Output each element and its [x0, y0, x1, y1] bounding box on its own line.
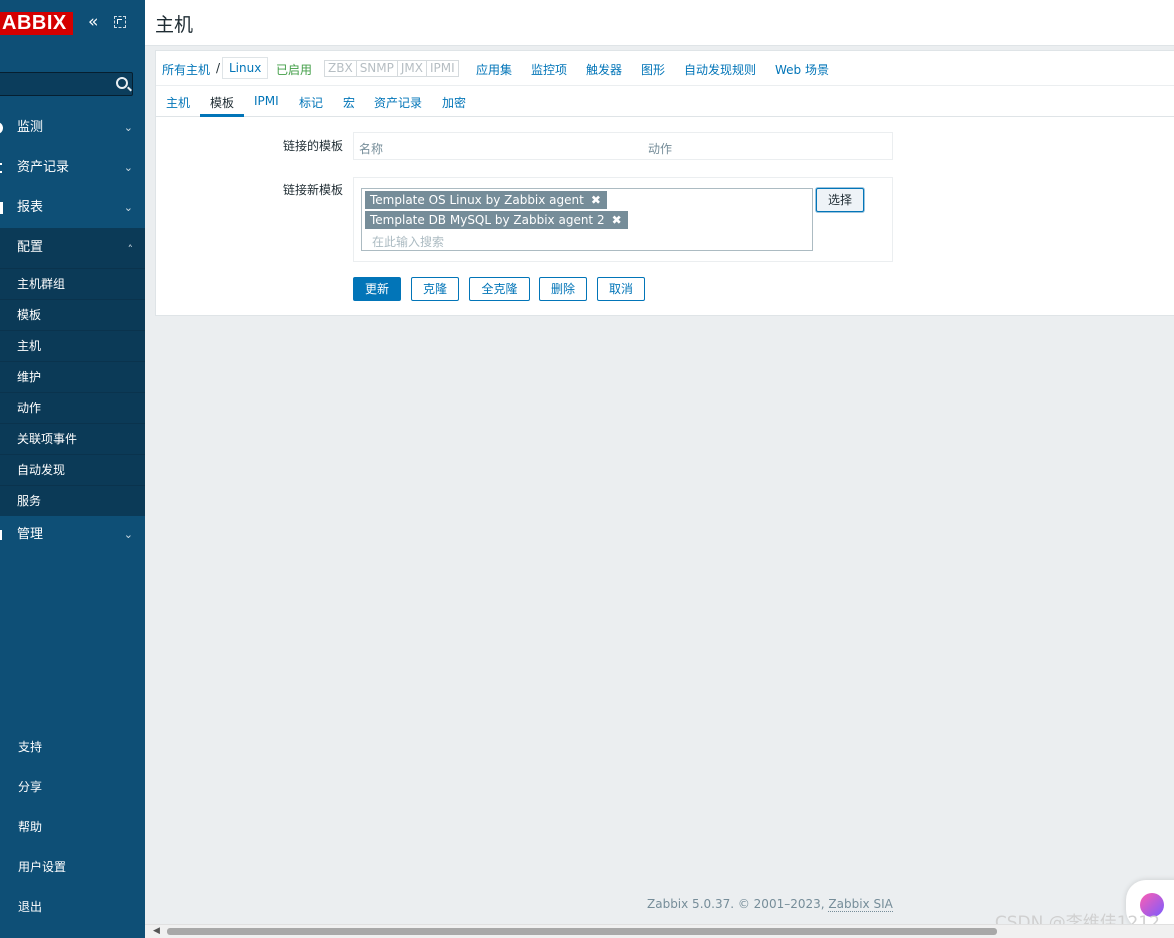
update-button[interactable]: 更新 — [353, 277, 401, 301]
chevron-up-icon: ˄ — [127, 243, 134, 256]
submenu-templates[interactable]: 模板 — [0, 299, 145, 330]
menu-configuration[interactable]: 配置 ˄ — [0, 228, 145, 268]
tab-templates[interactable]: 模板 — [210, 94, 234, 111]
sidebar-user-settings[interactable]: 用户设置 — [18, 858, 66, 875]
sidebar-sign-out[interactable]: 退出 — [18, 898, 42, 915]
menu-administration-label: 管理 — [17, 527, 44, 542]
host-navigation-bar: 所有主机 / Linux 已启用 ZBX SNMP JMX IPMI 应用集 监… — [156, 51, 1174, 86]
report-icon — [0, 202, 3, 214]
submenu-discovery[interactable]: 自动发现 — [0, 454, 145, 485]
discovery-rules-link[interactable]: 自动发现规则 — [684, 61, 756, 78]
zbx-indicator: ZBX — [328, 61, 353, 75]
sidebar-support[interactable]: 支持 — [18, 738, 42, 755]
horizontal-scrollbar[interactable]: ◀ — [145, 924, 1174, 938]
chevron-down-icon: ⌄ — [123, 528, 133, 541]
menu-configuration-label: 配置 — [17, 240, 44, 255]
scrollbar-thumb[interactable] — [167, 928, 997, 935]
page-title: 主机 — [155, 14, 194, 36]
template-chip: Template DB MySQL by Zabbix agent 2 ✖ — [365, 211, 628, 229]
footer-text: Zabbix 5.0.37. © 2001–2023, — [647, 897, 829, 911]
remove-chip-icon[interactable]: ✖ — [612, 213, 622, 227]
availability-indicators: ZBX SNMP JMX IPMI — [324, 60, 459, 77]
menu-monitoring-label: 监测 — [17, 120, 44, 135]
linked-templates-label: 链接的模板 — [283, 139, 344, 153]
ipmi-indicator: IPMI — [426, 61, 458, 76]
sidebar: ABBIX « 监测 ⌄ 资产记录 ⌄ 报表 ⌄ 配置 ˄ 主机群组 模板 主机… — [0, 0, 145, 938]
tab-host[interactable]: 主机 — [166, 94, 190, 111]
scroll-left-icon[interactable]: ◀ — [153, 926, 160, 936]
link-new-templates-label: 链接新模板 — [283, 183, 344, 197]
menu-monitoring[interactable]: 监测 ⌄ — [0, 108, 145, 148]
sidebar-search-input[interactable] — [0, 72, 133, 96]
remove-chip-icon[interactable]: ✖ — [591, 193, 601, 207]
submenu-event-correlation[interactable]: 关联项事件 — [0, 423, 145, 454]
tab-encryption[interactable]: 加密 — [442, 94, 466, 111]
jmx-indicator: JMX — [396, 61, 426, 76]
submenu-services[interactable]: 服务 — [0, 485, 145, 516]
submenu-maintenance[interactable]: 维护 — [0, 361, 145, 392]
submenu-host-groups[interactable]: 主机群组 — [0, 268, 145, 299]
tab-macros[interactable]: 宏 — [343, 94, 355, 111]
chevron-down-icon: ⌄ — [123, 201, 133, 214]
graphs-link[interactable]: 图形 — [641, 61, 665, 78]
all-hosts-link[interactable]: 所有主机 — [162, 61, 210, 78]
collapse-sidebar-icon[interactable]: « — [88, 12, 98, 32]
kiosk-mode-icon[interactable] — [114, 16, 126, 28]
applications-link[interactable]: 应用集 — [476, 61, 512, 78]
active-tab-indicator — [200, 114, 244, 117]
list-icon — [0, 163, 2, 173]
chevron-down-icon: ⌄ — [123, 121, 133, 134]
zabbix-logo[interactable]: ABBIX — [0, 12, 73, 35]
tab-tags[interactable]: 标记 — [299, 94, 323, 111]
submenu-hosts[interactable]: 主机 — [0, 330, 145, 361]
column-name: 名称 — [359, 142, 384, 156]
status-enabled[interactable]: 已启用 — [276, 61, 312, 78]
menu-reports-label: 报表 — [17, 200, 44, 215]
cancel-button[interactable]: 取消 — [597, 277, 645, 301]
chevron-down-icon: ⌄ — [123, 161, 133, 174]
link-new-templates-box: Template OS Linux by Zabbix agent ✖ Templ… — [353, 177, 893, 262]
page-header: 主机 — [145, 0, 1174, 46]
triggers-link[interactable]: 触发器 — [586, 61, 622, 78]
template-chip-label: Template OS Linux by Zabbix agent — [370, 193, 584, 207]
admin-icon — [0, 530, 2, 540]
tab-ipmi[interactable]: IPMI — [254, 94, 279, 108]
select-button[interactable]: 选择 — [816, 188, 864, 212]
clone-button[interactable]: 克隆 — [411, 277, 459, 301]
sidebar-help[interactable]: 帮助 — [18, 818, 42, 835]
form-tabs: 主机 模板 IPMI 标记 宏 资产记录 加密 — [156, 87, 1174, 117]
configuration-submenu: 主机群组 模板 主机 维护 动作 关联项事件 自动发现 服务 — [0, 268, 145, 516]
full-clone-button[interactable]: 全克隆 — [469, 277, 530, 301]
snmp-indicator: SNMP — [355, 61, 397, 76]
tab-inventory[interactable]: 资产记录 — [374, 94, 422, 111]
column-action: 动作 — [648, 142, 673, 156]
template-multiselect[interactable]: Template OS Linux by Zabbix agent ✖ Templ… — [361, 188, 813, 251]
items-link[interactable]: 监控项 — [531, 61, 567, 78]
delete-button[interactable]: 删除 — [539, 277, 587, 301]
sidebar-share[interactable]: 分享 — [18, 778, 42, 795]
search-icon[interactable] — [116, 77, 128, 89]
submenu-actions[interactable]: 动作 — [0, 392, 145, 423]
menu-inventory-label: 资产记录 — [17, 160, 70, 175]
web-scenarios-link[interactable]: Web 场景 — [775, 61, 829, 78]
linked-templates-table: 名称 动作 — [353, 132, 893, 160]
host-edit-form: 所有主机 / Linux 已启用 ZBX SNMP JMX IPMI 应用集 监… — [155, 50, 1174, 316]
menu-inventory[interactable]: 资产记录 ⌄ — [0, 148, 145, 188]
zabbix-sia-link[interactable]: Zabbix SIA — [828, 897, 893, 912]
template-search-input[interactable]: 在此输入搜索 — [372, 233, 444, 250]
menu-administration[interactable]: 管理 ⌄ — [0, 515, 145, 555]
current-host-label[interactable]: Linux — [222, 57, 269, 79]
template-chip-label: Template DB MySQL by Zabbix agent 2 — [370, 213, 605, 227]
eye-icon — [0, 122, 3, 134]
breadcrumb-separator: / — [216, 61, 221, 75]
menu-reports[interactable]: 报表 ⌄ — [0, 188, 145, 228]
template-chip: Template OS Linux by Zabbix agent ✖ — [365, 191, 607, 209]
page-footer: Zabbix 5.0.37. © 2001–2023, Zabbix SIA — [647, 897, 893, 912]
